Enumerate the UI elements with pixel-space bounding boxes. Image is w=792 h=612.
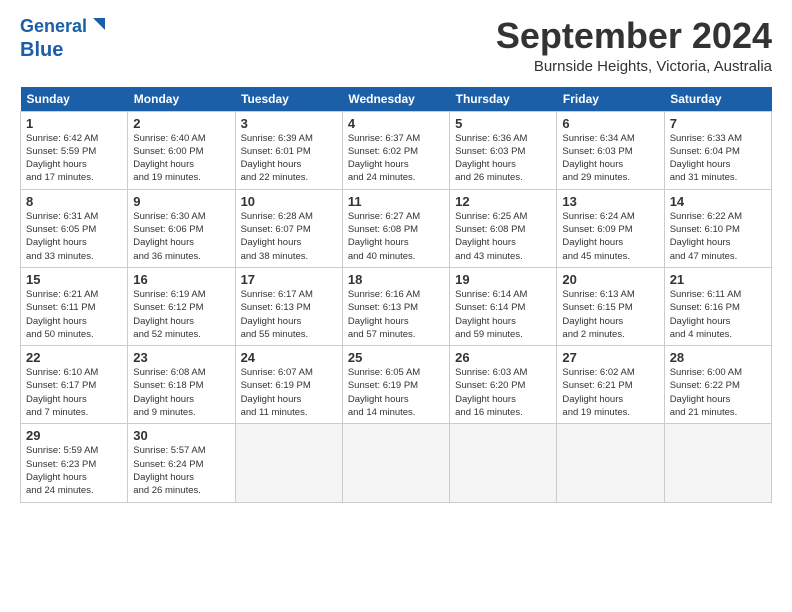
- header: General Blue September 2024 Burnside Hei…: [20, 16, 772, 75]
- calendar-week-5: 29Sunrise: 5:59 AMSunset: 6:23 PMDayligh…: [21, 424, 772, 502]
- header-sunday: Sunday: [21, 87, 128, 112]
- calendar-week-4: 22Sunrise: 6:10 AMSunset: 6:17 PMDayligh…: [21, 346, 772, 424]
- calendar-cell-3: 3Sunrise: 6:39 AMSunset: 6:01 PMDaylight…: [235, 111, 342, 189]
- calendar-cell-14: 14Sunrise: 6:22 AMSunset: 6:10 PMDayligh…: [664, 189, 771, 267]
- calendar-cell-6: 6Sunrise: 6:34 AMSunset: 6:03 PMDaylight…: [557, 111, 664, 189]
- calendar-cell-empty: [450, 424, 557, 502]
- header-friday: Friday: [557, 87, 664, 112]
- logo-icon: General: [20, 16, 107, 38]
- calendar-cell-29: 29Sunrise: 5:59 AMSunset: 6:23 PMDayligh…: [21, 424, 128, 502]
- calendar-cell-18: 18Sunrise: 6:16 AMSunset: 6:13 PMDayligh…: [342, 267, 449, 345]
- calendar-cell-10: 10Sunrise: 6:28 AMSunset: 6:07 PMDayligh…: [235, 189, 342, 267]
- header-wednesday: Wednesday: [342, 87, 449, 112]
- calendar-cell-30: 30Sunrise: 5:57 AMSunset: 6:24 PMDayligh…: [128, 424, 235, 502]
- calendar-cell-25: 25Sunrise: 6:05 AMSunset: 6:19 PMDayligh…: [342, 346, 449, 424]
- logo-text-blue: Blue: [20, 38, 63, 62]
- calendar-cell-5: 5Sunrise: 6:36 AMSunset: 6:03 PMDaylight…: [450, 111, 557, 189]
- logo: General Blue: [20, 16, 107, 62]
- calendar-cell-27: 27Sunrise: 6:02 AMSunset: 6:21 PMDayligh…: [557, 346, 664, 424]
- weekday-header-row: Sunday Monday Tuesday Wednesday Thursday…: [21, 87, 772, 112]
- calendar-cell-19: 19Sunrise: 6:14 AMSunset: 6:14 PMDayligh…: [450, 267, 557, 345]
- calendar-week-2: 8Sunrise: 6:31 AMSunset: 6:05 PMDaylight…: [21, 189, 772, 267]
- calendar-cell-22: 22Sunrise: 6:10 AMSunset: 6:17 PMDayligh…: [21, 346, 128, 424]
- calendar-cell-11: 11Sunrise: 6:27 AMSunset: 6:08 PMDayligh…: [342, 189, 449, 267]
- calendar-cell-empty: [235, 424, 342, 502]
- calendar-cell-20: 20Sunrise: 6:13 AMSunset: 6:15 PMDayligh…: [557, 267, 664, 345]
- calendar-cell-1: 1Sunrise: 6:42 AMSunset: 5:59 PMDaylight…: [21, 111, 128, 189]
- month-title: September 2024: [496, 16, 772, 56]
- header-saturday: Saturday: [664, 87, 771, 112]
- calendar-cell-24: 24Sunrise: 6:07 AMSunset: 6:19 PMDayligh…: [235, 346, 342, 424]
- header-tuesday: Tuesday: [235, 87, 342, 112]
- calendar-cell-empty: [557, 424, 664, 502]
- calendar-cell-23: 23Sunrise: 6:08 AMSunset: 6:18 PMDayligh…: [128, 346, 235, 424]
- page-container: General Blue September 2024 Burnside Hei…: [0, 0, 792, 513]
- calendar-week-1: 1Sunrise: 6:42 AMSunset: 5:59 PMDaylight…: [21, 111, 772, 189]
- calendar-cell-2: 2Sunrise: 6:40 AMSunset: 6:00 PMDaylight…: [128, 111, 235, 189]
- calendar-cell-26: 26Sunrise: 6:03 AMSunset: 6:20 PMDayligh…: [450, 346, 557, 424]
- calendar-cell-17: 17Sunrise: 6:17 AMSunset: 6:13 PMDayligh…: [235, 267, 342, 345]
- logo-arrow-icon: [89, 16, 107, 34]
- calendar-cell-4: 4Sunrise: 6:37 AMSunset: 6:02 PMDaylight…: [342, 111, 449, 189]
- logo-text-general: General: [20, 16, 87, 38]
- header-monday: Monday: [128, 87, 235, 112]
- calendar-cell-15: 15Sunrise: 6:21 AMSunset: 6:11 PMDayligh…: [21, 267, 128, 345]
- calendar-cell-empty: [342, 424, 449, 502]
- calendar-cell-16: 16Sunrise: 6:19 AMSunset: 6:12 PMDayligh…: [128, 267, 235, 345]
- calendar-body: 1Sunrise: 6:42 AMSunset: 5:59 PMDaylight…: [21, 111, 772, 502]
- calendar-cell-13: 13Sunrise: 6:24 AMSunset: 6:09 PMDayligh…: [557, 189, 664, 267]
- calendar-cell-9: 9Sunrise: 6:30 AMSunset: 6:06 PMDaylight…: [128, 189, 235, 267]
- title-block: September 2024 Burnside Heights, Victori…: [496, 16, 772, 75]
- calendar-cell-empty: [664, 424, 771, 502]
- calendar-week-3: 15Sunrise: 6:21 AMSunset: 6:11 PMDayligh…: [21, 267, 772, 345]
- calendar-table: Sunday Monday Tuesday Wednesday Thursday…: [20, 87, 772, 503]
- header-thursday: Thursday: [450, 87, 557, 112]
- location-title: Burnside Heights, Victoria, Australia: [496, 58, 772, 75]
- calendar-cell-7: 7Sunrise: 6:33 AMSunset: 6:04 PMDaylight…: [664, 111, 771, 189]
- calendar-cell-28: 28Sunrise: 6:00 AMSunset: 6:22 PMDayligh…: [664, 346, 771, 424]
- calendar-cell-12: 12Sunrise: 6:25 AMSunset: 6:08 PMDayligh…: [450, 189, 557, 267]
- calendar-cell-21: 21Sunrise: 6:11 AMSunset: 6:16 PMDayligh…: [664, 267, 771, 345]
- calendar-cell-8: 8Sunrise: 6:31 AMSunset: 6:05 PMDaylight…: [21, 189, 128, 267]
